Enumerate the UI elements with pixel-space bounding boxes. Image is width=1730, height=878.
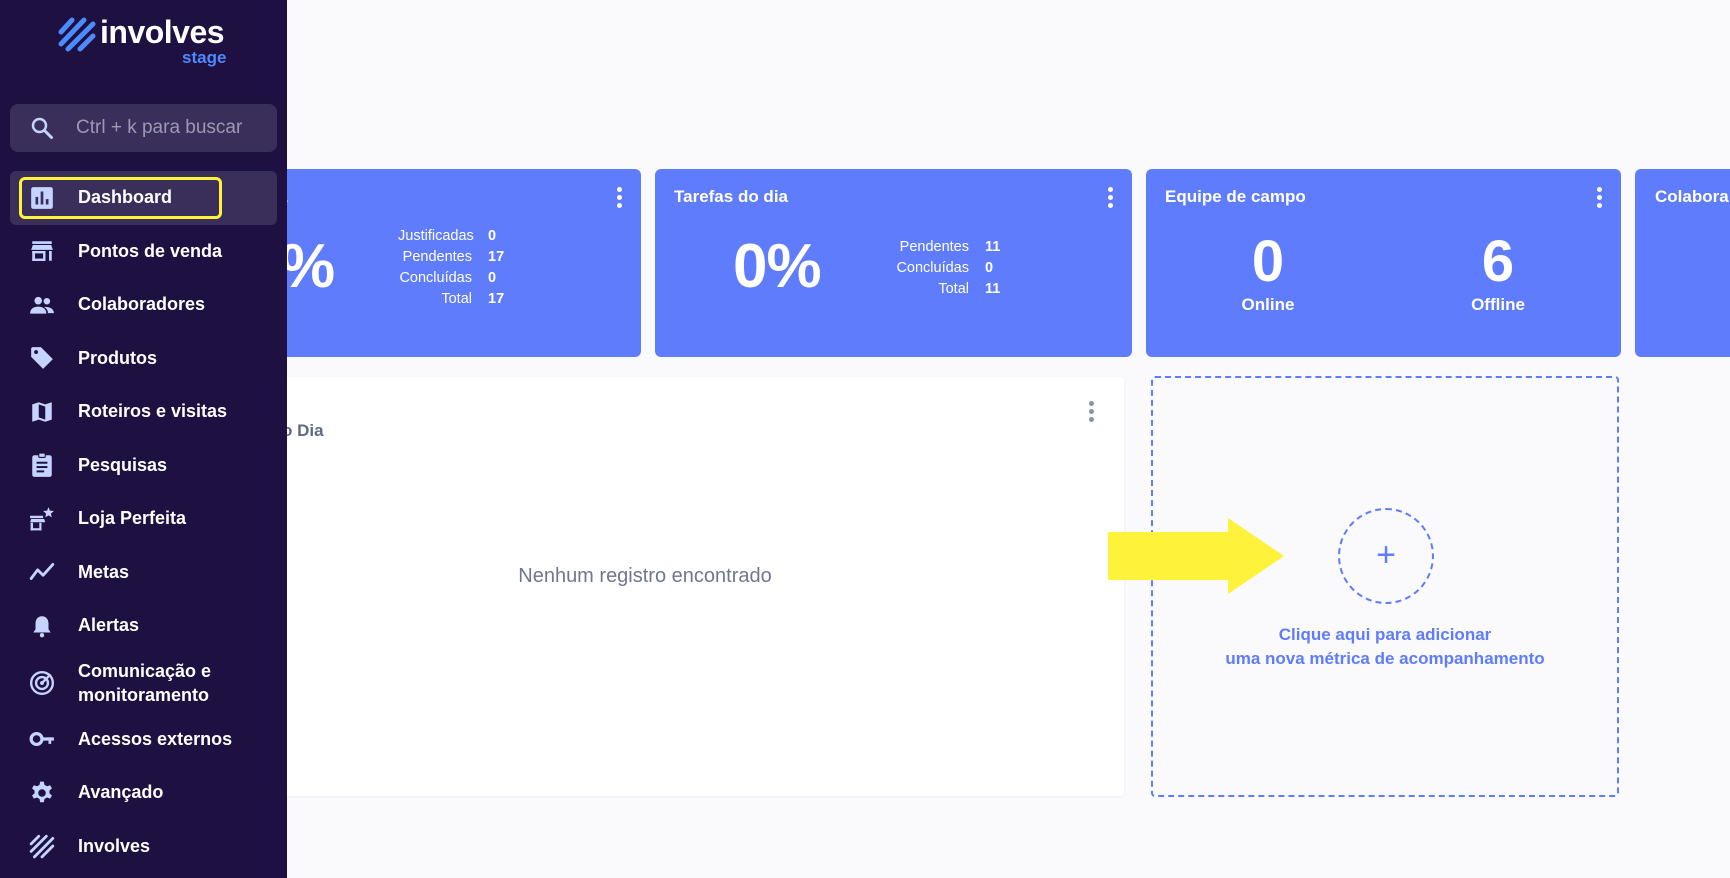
sidebar-item-pesquisas[interactable]: Pesquisas (10, 439, 277, 493)
kebab-menu-icon[interactable] (617, 187, 623, 209)
logo-text: involves (100, 14, 225, 50)
sidebar-item-label: Pesquisas (78, 454, 168, 475)
sidebar-item-colaboradores[interactable]: Colaboradores (10, 278, 277, 332)
sidebar-item-metas[interactable]: Metas (10, 546, 277, 600)
plus-icon[interactable]: + (1338, 508, 1434, 604)
panel-title: o Dia (282, 421, 324, 440)
metric-card-collaborators[interactable]: Colabora (1635, 169, 1730, 357)
add-metric-text: Clique aqui para adicionar uma nova métr… (1225, 625, 1545, 668)
sidebar-item-label: Comunicação e monitoramento (78, 660, 212, 705)
radar-icon (29, 670, 55, 695)
kebab-menu-icon[interactable] (1597, 187, 1603, 209)
kebab-menu-icon[interactable] (1089, 401, 1094, 425)
arrow-right-icon (1108, 518, 1284, 594)
people-icon (30, 296, 54, 314)
card-percentage: 0% (733, 232, 822, 301)
sidebar-item-avancado[interactable]: Avançado (10, 766, 277, 820)
sidebar-item-label: Produtos (78, 347, 157, 368)
card-title: Equipe de campo (1165, 187, 1306, 206)
map-icon (32, 402, 52, 422)
sidebar-item-alertas[interactable]: Alertas (10, 599, 277, 653)
sidebar-item-produtos[interactable]: Produtos (10, 332, 277, 386)
sidebar-item-dashboard[interactable]: Dashboard (10, 171, 277, 225)
sidebar-item-loja-perfeita[interactable]: Loja Perfeita (10, 492, 277, 546)
card-title: Tarefas do dia (674, 187, 788, 206)
sidebar-item-acessos-externos[interactable]: Acessos externos (10, 713, 277, 767)
sidebar-item-label: Alertas (78, 615, 140, 636)
sidebar-item-label: Colaboradores (78, 294, 206, 315)
sidebar-item-pontos-de-venda[interactable]: Pontos de venda (10, 225, 277, 279)
logo-subtitle: stage (182, 48, 227, 67)
sidebar-item-roteiros-e-visitas[interactable]: Roteiros e visitas (10, 385, 277, 439)
logo[interactable]: involves stage (58, 14, 238, 68)
online-counter: 0 Online (1241, 229, 1295, 315)
sidebar-item-label: Metas (78, 561, 130, 582)
search-input[interactable] (76, 112, 266, 144)
sidebar-item-label: Pontos de venda (78, 240, 223, 261)
sidebar-item-label: Avançado (78, 782, 164, 803)
offline-counter: 6 Offline (1471, 229, 1525, 315)
key-icon (29, 732, 54, 747)
metric-card-tasks[interactable]: Tarefas do dia 0% Pendentes 11 Concluídas… (655, 169, 1132, 357)
sidebar-item-involves[interactable]: Involves (10, 820, 277, 874)
card-percentage: % (280, 232, 335, 301)
sidebar-item-label: Loja Perfeita (78, 508, 187, 529)
bell-icon (33, 616, 51, 638)
sidebar-nav: Dashboard Pontos de venda Colaboradores … (10, 171, 277, 873)
tag-icon (31, 347, 53, 370)
sidebar: involves stage Dashboard (0, 0, 287, 878)
search-icon (31, 117, 53, 139)
daily-panel: o Dia Nenhum registro encontrado (232, 377, 1124, 796)
clipboard-icon (32, 452, 52, 478)
empty-state-text: Nenhum registro encontrado (518, 565, 772, 587)
involves-logo-icon (29, 835, 55, 859)
highlight-box (19, 177, 222, 219)
metric-card-field-team[interactable]: Equipe de campo 0 Online 6 Offline (1146, 169, 1621, 357)
sidebar-item-label: Involves (78, 835, 151, 856)
trend-icon (29, 563, 55, 581)
card-stats: Justificadas 0 Pendentes 17 Concluídas 0 To… (398, 228, 505, 307)
sidebar-item-comunicacao[interactable]: Comunicação e monitoramento (10, 653, 277, 713)
search-box[interactable] (10, 104, 277, 152)
gear-icon (32, 781, 52, 802)
sidebar-item-label: Roteiros e visitas (78, 401, 228, 422)
kebab-menu-icon[interactable] (1108, 187, 1114, 209)
card-title: Colabora (1655, 187, 1729, 206)
store-icon (31, 241, 53, 262)
store-star-icon (30, 506, 54, 531)
sidebar-item-label: Acessos externos (78, 728, 233, 749)
card-stats: Pendentes 11 Concluídas 0 Total 11 (896, 239, 1001, 297)
involves-logo-icon (58, 17, 96, 52)
